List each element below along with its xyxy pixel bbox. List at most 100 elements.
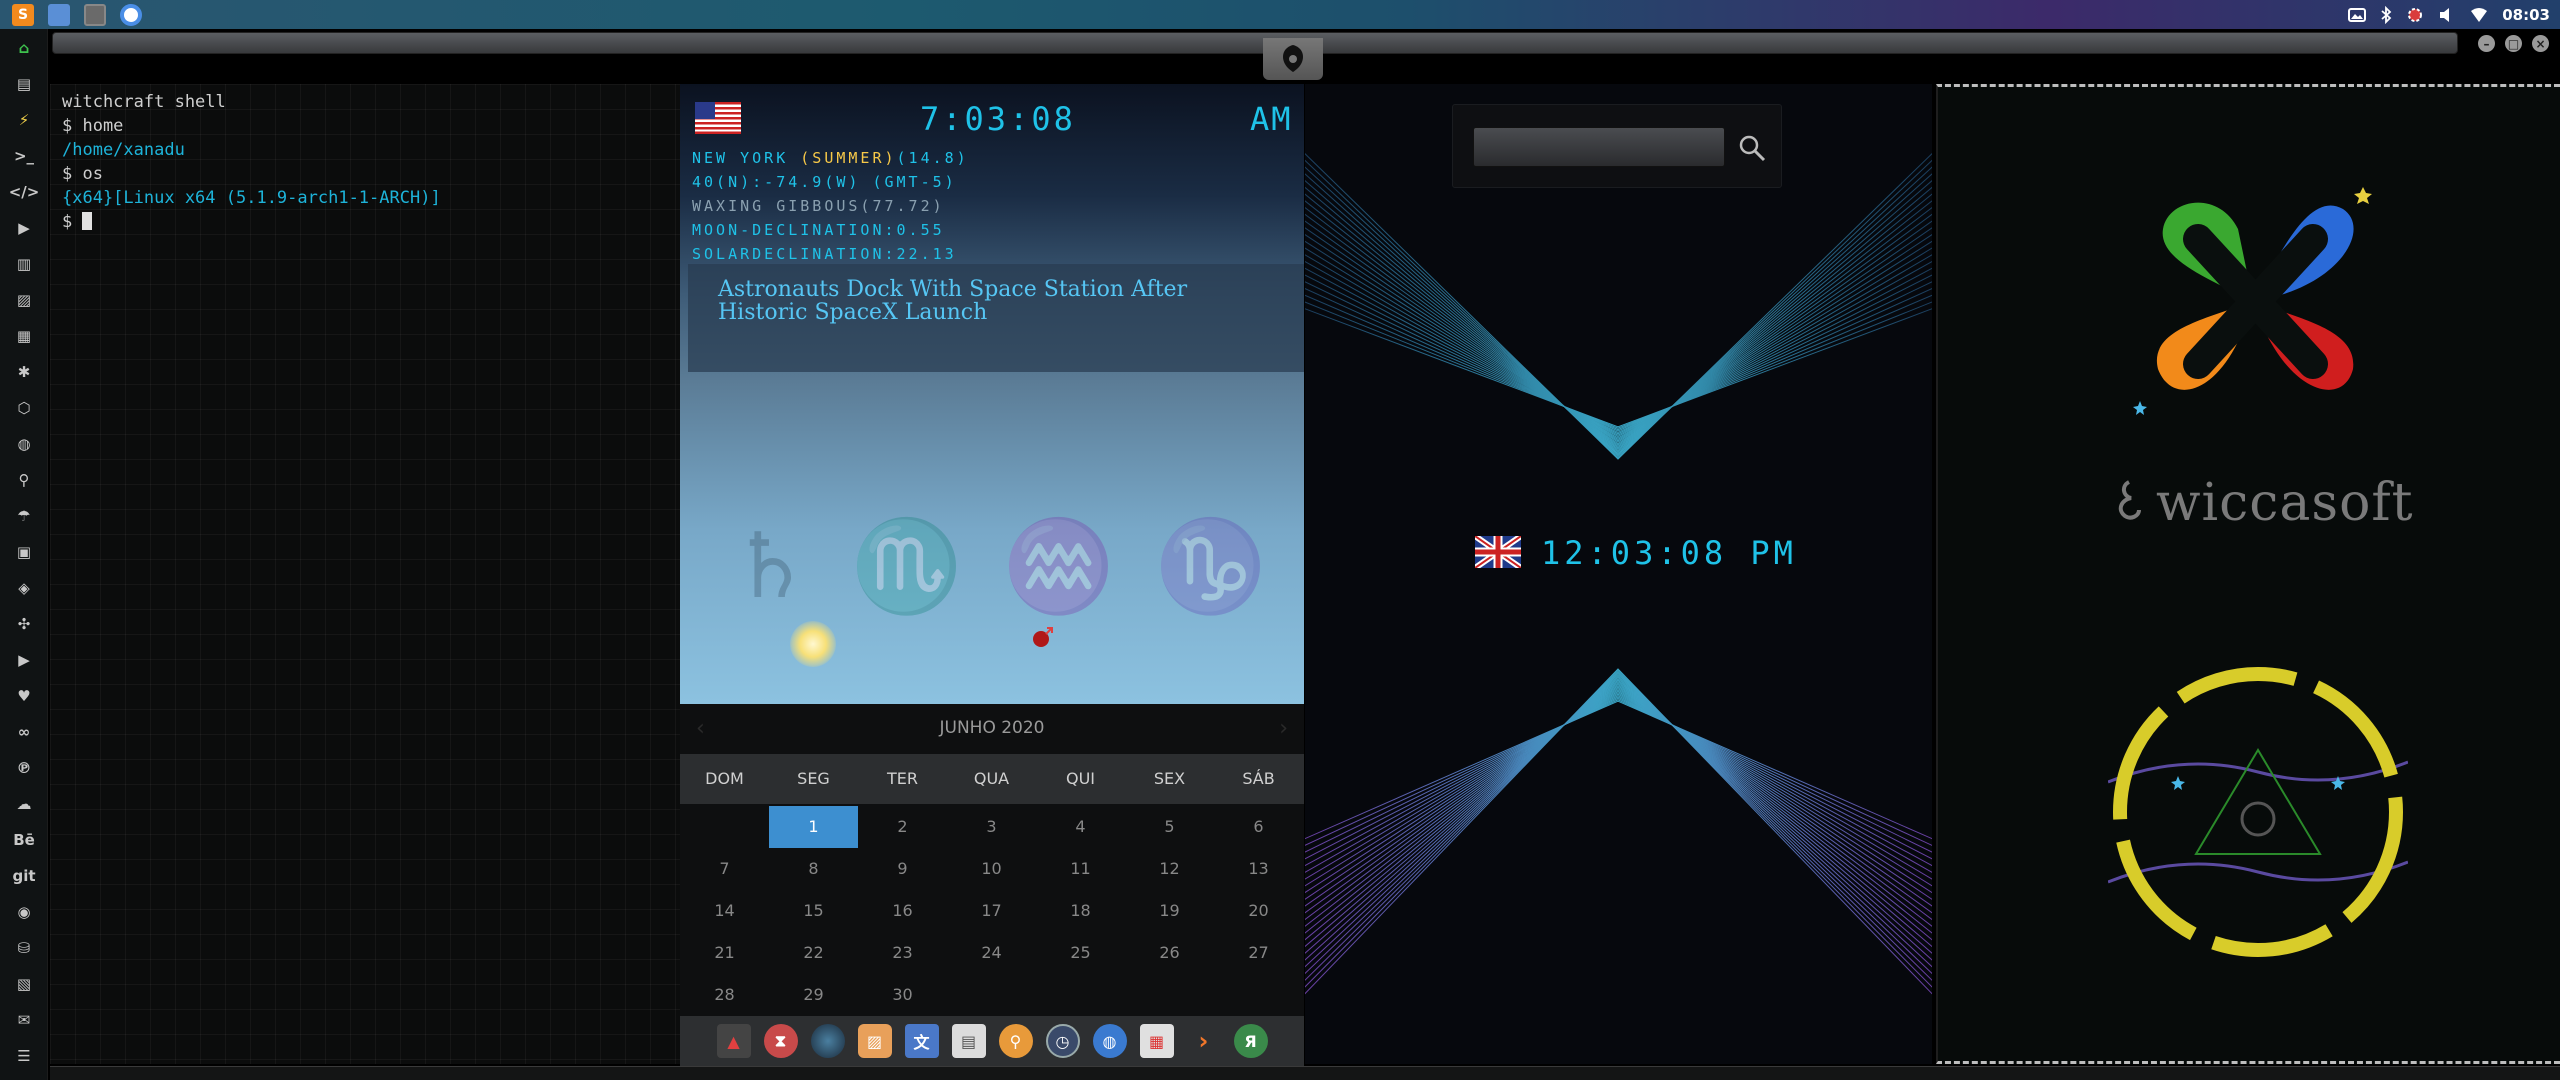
calendar-widget: ‹ JUNHO 2020 › DOM SEG TER QUA QUI SEX S…: [680, 704, 1304, 1016]
calendar-day[interactable]: 10: [947, 848, 1036, 890]
files-icon[interactable]: ▥: [14, 254, 34, 274]
calendar-day[interactable]: 7: [680, 848, 769, 890]
heart-icon[interactable]: ♥: [14, 686, 34, 706]
calendar-day[interactable]: 8: [769, 848, 858, 890]
yandex-icon[interactable]: Я: [1233, 1024, 1268, 1058]
calendar-day[interactable]: 20: [1214, 890, 1303, 932]
terminal-icon[interactable]: >_: [14, 146, 34, 166]
calendar-day[interactable]: 25: [1036, 932, 1125, 974]
calendar-day[interactable]: 4: [1036, 806, 1125, 848]
calendar-day[interactable]: 17: [947, 890, 1036, 932]
calendar-day[interactable]: 16: [858, 890, 947, 932]
expand-icon[interactable]: ✣: [14, 614, 34, 634]
search-icon[interactable]: ⚲: [14, 470, 34, 490]
calendar-day[interactable]: 13: [1214, 848, 1303, 890]
files-icon[interactable]: [48, 3, 70, 26]
git-icon[interactable]: git: [12, 866, 35, 886]
wifi-icon[interactable]: [2470, 7, 2488, 23]
terminal-prompt[interactable]: $: [62, 210, 680, 234]
calendar-day[interactable]: 3: [947, 806, 1036, 848]
workspace-icon[interactable]: [84, 3, 106, 26]
maximize-button[interactable]: □: [2505, 35, 2522, 52]
hexagon-icon[interactable]: ⬡: [14, 398, 34, 418]
pinterest-icon[interactable]: ℗: [14, 758, 34, 778]
earth-icon[interactable]: [810, 1024, 845, 1058]
close-button[interactable]: ×: [2532, 35, 2549, 52]
calendar-day[interactable]: 27: [1214, 932, 1303, 974]
calendar-day[interactable]: 21: [680, 932, 769, 974]
infinity-icon[interactable]: ∞: [14, 722, 34, 742]
world-clock-panel: 12:03:08 PM: [1305, 84, 1932, 1064]
server-icon[interactable]: ☰: [14, 1046, 34, 1066]
play-icon[interactable]: ▶: [14, 218, 34, 238]
search-box: [1452, 104, 1782, 188]
github-icon[interactable]: ◉: [14, 902, 34, 922]
search-icon[interactable]: [1737, 133, 1767, 163]
bolt-icon[interactable]: ⚡: [14, 110, 34, 130]
bluetooth-icon[interactable]: [2380, 5, 2392, 24]
mail-icon[interactable]: ✉: [14, 1010, 34, 1030]
photos-icon[interactable]: ▨: [857, 1024, 892, 1058]
desktop: { "topbar": { "apps": [ {"name": "sublim…: [0, 0, 2560, 1080]
volume-icon[interactable]: [2438, 7, 2456, 23]
search-app-icon[interactable]: ⚲: [998, 1024, 1033, 1058]
minimize-button[interactable]: –: [2478, 35, 2495, 52]
prev-month-icon[interactable]: ‹: [696, 716, 705, 741]
system-clock[interactable]: 08:03: [2502, 6, 2550, 24]
update-gear-icon[interactable]: [2406, 6, 2424, 24]
chromium-icon[interactable]: [120, 3, 142, 26]
home-icon[interactable]: ⌂: [14, 38, 34, 58]
calendar-day[interactable]: 6: [1214, 806, 1303, 848]
weekday: QUI: [1065, 769, 1096, 788]
behance-icon[interactable]: Bē: [13, 830, 35, 850]
calendar-day[interactable]: 18: [1036, 890, 1125, 932]
calendar-day[interactable]: 24: [947, 932, 1036, 974]
next-month-icon[interactable]: ›: [1279, 716, 1288, 741]
weekday-header: DOM SEG TER QUA QUI SEX SÁB: [680, 754, 1304, 804]
calendar-day[interactable]: 5: [1125, 806, 1214, 848]
calendar-day[interactable]: 11: [1036, 848, 1125, 890]
calendar-day[interactable]: 29: [769, 974, 858, 1016]
calendar-app-icon[interactable]: ▦: [1139, 1024, 1174, 1058]
map-icon[interactable]: ▧: [14, 974, 34, 994]
umbrella-icon[interactable]: ☂: [14, 506, 34, 526]
geometric-line: [1305, 261, 1932, 438]
bitbucket-icon[interactable]: ⛁: [14, 938, 34, 958]
calendar-day[interactable]: 22: [769, 932, 858, 974]
calendar-day[interactable]: 2: [858, 806, 947, 848]
calendar-day[interactable]: 9: [858, 848, 947, 890]
calendar-day[interactable]: 12: [1125, 848, 1214, 890]
image-viewer-icon[interactable]: [2348, 7, 2367, 22]
image-icon[interactable]: ▨: [14, 290, 34, 310]
hourglass-icon[interactable]: ⧗: [763, 1024, 798, 1058]
calendar-day[interactable]: 19: [1125, 890, 1214, 932]
sublime-text-icon[interactable]: S: [12, 3, 34, 26]
calendar-day[interactable]: 15: [769, 890, 858, 932]
terminal-app-icon[interactable]: ›: [1187, 1024, 1221, 1058]
news-headline[interactable]: Astronauts Dock With Space Station After…: [688, 264, 1304, 372]
tag-icon[interactable]: ◈: [14, 578, 34, 598]
calendar-day[interactable]: 23: [858, 932, 947, 974]
contacts-icon[interactable]: ▣: [14, 542, 34, 562]
terminal-widget[interactable]: witchcraft shell $ home /home/xanadu $ o…: [50, 84, 680, 1064]
news-icon[interactable]: ▦: [14, 326, 34, 346]
window-titlebar[interactable]: [52, 32, 2458, 54]
calendar-day[interactable]: 14: [680, 890, 769, 932]
rebel-alliance-logo[interactable]: [1263, 38, 1323, 80]
document-icon[interactable]: ▤: [14, 74, 34, 94]
cloud-icon[interactable]: ☁: [14, 794, 34, 814]
search-input[interactable]: [1473, 127, 1725, 167]
code-icon[interactable]: </>: [9, 182, 40, 202]
calendar-day[interactable]: 1: [769, 806, 858, 848]
browser-globe-icon[interactable]: ◍: [1092, 1024, 1127, 1058]
calendar-day[interactable]: 30: [858, 974, 947, 1016]
arch-launcher-icon[interactable]: ▲: [716, 1024, 751, 1058]
translate-icon[interactable]: 文: [904, 1024, 939, 1058]
settings-icon[interactable]: ✱: [14, 362, 34, 382]
calendar-day[interactable]: 26: [1125, 932, 1214, 974]
clock-icon[interactable]: ◷: [1045, 1024, 1080, 1058]
youtube-icon[interactable]: ▶: [14, 650, 34, 670]
news-reader-icon[interactable]: ▤: [951, 1024, 986, 1058]
globe-icon[interactable]: ◍: [14, 434, 34, 454]
calendar-day[interactable]: 28: [680, 974, 769, 1016]
